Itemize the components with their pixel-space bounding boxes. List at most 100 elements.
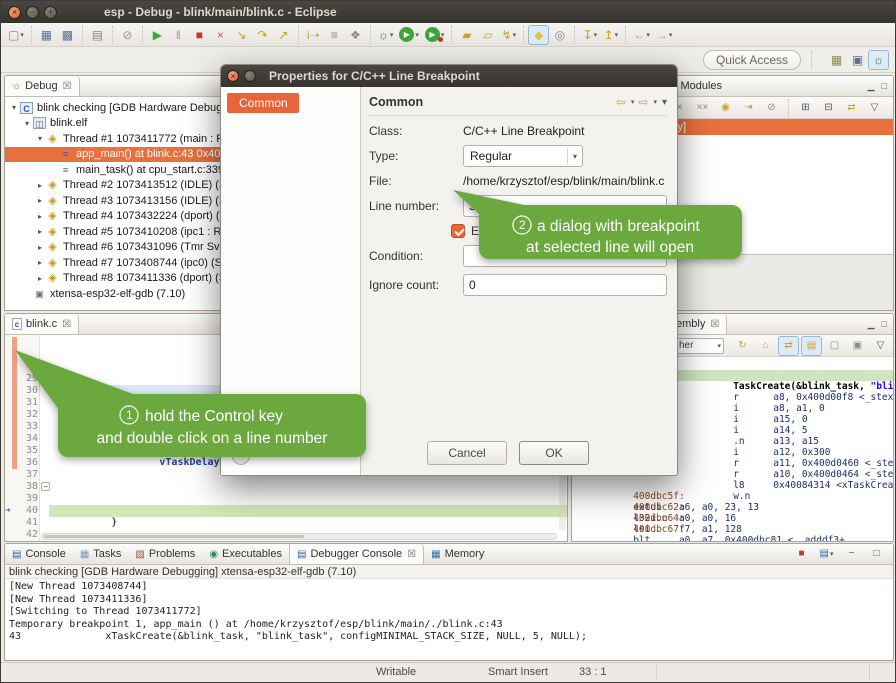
collapse-all-button[interactable]: ⊟ — [818, 98, 839, 118]
display-console-button[interactable]: ▤ ▾ — [816, 544, 837, 564]
tab-console[interactable]: ▤ Console — [5, 544, 73, 564]
save-all-button[interactable]: ▩ — [57, 25, 78, 45]
code-line[interactable]: 45 — [5, 529, 567, 541]
tree-expander-icon[interactable]: ▸ — [35, 196, 45, 205]
suspend-button[interactable]: ‖ — [168, 25, 189, 45]
chevron-down-icon[interactable]: ▾ — [631, 98, 635, 106]
chevron-down-icon[interactable]: ▾ — [653, 98, 657, 106]
chevron-down-icon[interactable]: ▾ — [594, 31, 598, 39]
tree-expander-icon[interactable]: ▸ — [35, 212, 45, 221]
chevron-down-icon[interactable]: ▾ — [415, 31, 419, 39]
pin-view-button[interactable]: ▣ — [847, 336, 868, 356]
close-icon[interactable]: ☒ — [407, 549, 416, 560]
ignore-count-field[interactable] — [463, 274, 667, 296]
skip-all-button[interactable]: ⊘ — [761, 98, 782, 118]
open-file-button[interactable]: ▱ — [477, 25, 498, 45]
dialog-maximize-button[interactable] — [244, 70, 256, 82]
step-return-button[interactable]: ↗ — [273, 25, 294, 45]
maximize-button[interactable]: □ — [866, 544, 887, 564]
last-edit-location-button[interactable]: ↧ ▾ — [579, 25, 600, 45]
chevron-down-icon[interactable]: ▾ — [646, 31, 650, 39]
tree-expander-icon[interactable]: ▾ — [22, 119, 32, 128]
save-button[interactable]: ▦ — [36, 25, 57, 45]
new-button[interactable]: ▢ ▾ — [5, 25, 27, 45]
show-debug-sources-button[interactable]: ≡ — [324, 25, 345, 45]
quick-access-button[interactable]: Quick Access — [703, 50, 801, 70]
chevron-down-icon[interactable]: ▾ — [615, 31, 619, 39]
home-button[interactable]: ⌂ — [755, 336, 776, 356]
link-editor-button[interactable]: ◎ — [549, 25, 570, 45]
disconnect-button[interactable]: × — [210, 25, 231, 45]
run-button[interactable]: ▶ ▾ — [396, 25, 422, 45]
new-binary-button[interactable]: ▤ — [87, 25, 108, 45]
minimize-button[interactable]: − — [841, 544, 862, 564]
chevron-down-icon[interactable]: ▾ — [717, 342, 721, 350]
tree-expander-icon[interactable]: ▸ — [35, 227, 45, 236]
console-output[interactable]: [New Thread 1073408744] [New Thread 1073… — [5, 579, 893, 660]
sync-selection-button[interactable]: ⇄ — [778, 336, 799, 356]
refresh-button[interactable]: ↻ — [732, 336, 753, 356]
tab-blink-c[interactable]: c blink.c ☒ — [5, 314, 79, 334]
code-line[interactable]: 44 } — [5, 517, 567, 529]
show-source-button[interactable]: ▤ — [801, 336, 822, 356]
step-over-button[interactable]: ↷ — [252, 25, 273, 45]
dialog-titlebar[interactable]: × Properties for C/C++ Line Breakpoint — [221, 65, 677, 87]
debug-button[interactable]: ☼ ▾ — [375, 25, 397, 45]
back-icon[interactable]: ⇦ — [616, 95, 626, 109]
dialog-close-button[interactable]: × — [227, 70, 239, 82]
trace-control-button[interactable]: ❖ — [345, 25, 366, 45]
new-view-button[interactable]: ▢ — [824, 336, 845, 356]
chevron-down-icon[interactable]: ▾ — [567, 148, 582, 165]
skip-breakpoints-button[interactable]: ⊘ — [117, 25, 138, 45]
goto-last-edit-button[interactable]: ↥ ▾ — [600, 25, 621, 45]
debug-perspective-button[interactable]: ☼ — [868, 50, 889, 70]
flash-device-button[interactable]: ↯ ▾ — [498, 25, 519, 45]
terminate-console-button[interactable]: ■ — [791, 544, 812, 564]
chevron-down-icon[interactable]: ▾ — [513, 31, 517, 39]
view-menu-button[interactable]: ▽ — [870, 336, 891, 356]
chevron-down-icon[interactable]: ▾ — [20, 31, 24, 39]
close-icon[interactable]: ☒ — [63, 81, 72, 92]
toggle-highlight-button[interactable]: ◆ — [528, 25, 549, 45]
window-close-button[interactable]: × — [8, 6, 21, 19]
maximize-icon[interactable]: □ — [882, 319, 887, 329]
tree-expander-icon[interactable]: ▾ — [35, 134, 45, 143]
tree-expander-icon[interactable]: ▸ — [35, 243, 45, 252]
tree-expander-icon[interactable]: ▸ — [35, 274, 45, 283]
view-menu-button[interactable]: ▽ — [864, 98, 885, 118]
cancel-button[interactable]: Cancel — [427, 441, 507, 465]
close-icon[interactable]: ☒ — [62, 319, 71, 330]
chevron-down-icon[interactable]: ▾ — [669, 31, 673, 39]
code-line[interactable]: 41 − void app_main() — [5, 481, 567, 493]
maximize-icon[interactable]: □ — [882, 81, 887, 91]
resume-button[interactable]: ▶ — [147, 25, 168, 45]
forward-button[interactable]: → ▾ — [653, 25, 676, 45]
open-perspective-button[interactable]: ▦ — [826, 50, 847, 70]
external-tools-button[interactable]: ▶ ▾ — [422, 25, 448, 45]
ok-button[interactable]: OK — [519, 441, 589, 465]
window-minimize-button[interactable]: − — [26, 6, 39, 19]
minimize-icon[interactable]: ▁ — [868, 319, 875, 330]
cpp-perspective-button[interactable]: ▣ — [847, 50, 868, 70]
instruction-stepping-button[interactable]: i➝ — [303, 25, 324, 45]
view-menu-icon[interactable]: ▾ — [662, 97, 667, 108]
open-project-button[interactable]: ▰ — [456, 25, 477, 45]
chevron-down-icon[interactable]: ▾ — [390, 31, 394, 39]
line-number[interactable]: 43 — [17, 541, 38, 542]
tab-problems[interactable]: ▧ Problems — [128, 544, 202, 564]
location-input[interactable]: her ▾ — [676, 338, 724, 354]
code-line[interactable]: ➜ 43 xTaskCreate(&blink_task, "blink_tas… — [5, 505, 567, 517]
expand-all-button[interactable]: ⊞ — [795, 98, 816, 118]
code-line[interactable]: 42 { — [5, 493, 567, 505]
link-view-button[interactable]: ⇄ — [841, 98, 862, 118]
step-into-button[interactable]: ↘ — [231, 25, 252, 45]
tab-executables[interactable]: ◉ Executables — [202, 544, 289, 564]
tab-memory[interactable]: ▦ Memory — [424, 544, 491, 564]
tree-expander-icon[interactable]: ▾ — [9, 103, 19, 112]
tab-debug[interactable]: ☼ Debug ☒ — [5, 76, 80, 96]
chevron-down-icon[interactable]: ▾ — [830, 550, 834, 558]
tab-debugger-console[interactable]: ▤ Debugger Console ☒ — [289, 544, 424, 564]
close-icon[interactable]: ☒ — [710, 319, 719, 330]
type-dropdown[interactable]: Regular ▾ — [463, 145, 583, 167]
back-button[interactable]: ← ▾ — [630, 25, 653, 45]
